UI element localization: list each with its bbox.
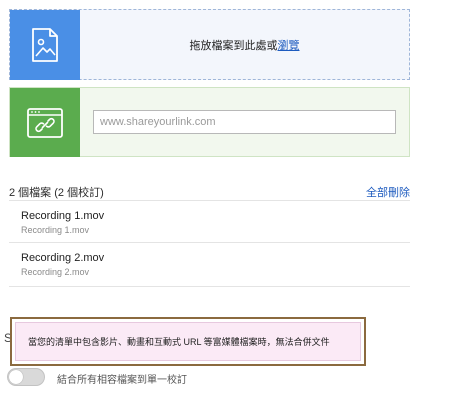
file-subtitle: Recording 1.mov: [21, 225, 90, 235]
remove-all-link[interactable]: 全部刪除: [366, 184, 410, 200]
file-name: Recording 2.mov: [21, 252, 105, 264]
divider: [9, 286, 410, 287]
toggle-knob: [9, 370, 23, 384]
files-header: 2 個檔案 (2 個校訂) 全部刪除: [9, 184, 410, 200]
drop-instruction-text: 拖放檔案到此處或: [189, 40, 278, 52]
drop-instruction: 拖放檔案到此處或 瀏覽: [80, 10, 409, 80]
merge-toggle-label: 結合所有相容檔案到單一校訂: [57, 375, 187, 386]
merge-warning-tooltip: 當您的清單中包含影片、動畫和互動式 URL 等富媒體檔案時，無法合併文件: [10, 317, 366, 366]
files-count: 2 個檔案 (2 個校訂): [9, 187, 104, 199]
file-subtitle: Recording 2.mov: [21, 267, 90, 277]
image-file-icon: [32, 28, 58, 62]
file-drop-zone[interactable]: 拖放檔案到此處或 瀏覽: [9, 9, 410, 80]
merge-warning-text: 當您的清單中包含影片、動畫和互動式 URL 等富媒體檔案時，無法合併文件: [28, 337, 330, 347]
upload-icon-tile: [10, 10, 80, 80]
browse-link[interactable]: 瀏覽: [278, 37, 300, 53]
file-row[interactable]: Recording 1.mov Recording 1.mov: [9, 201, 410, 245]
merge-toggle[interactable]: [7, 368, 45, 386]
link-icon-tile: [10, 88, 80, 157]
file-name: Recording 1.mov: [21, 210, 105, 222]
file-row[interactable]: Recording 2.mov Recording 2.mov: [9, 243, 410, 287]
link-url-input[interactable]: [93, 110, 396, 134]
link-share-zone: [9, 87, 410, 157]
browser-link-icon: [27, 107, 63, 138]
merge-warning-body: 當您的清單中包含影片、動畫和互動式 URL 等富媒體檔案時，無法合併文件: [15, 322, 361, 361]
